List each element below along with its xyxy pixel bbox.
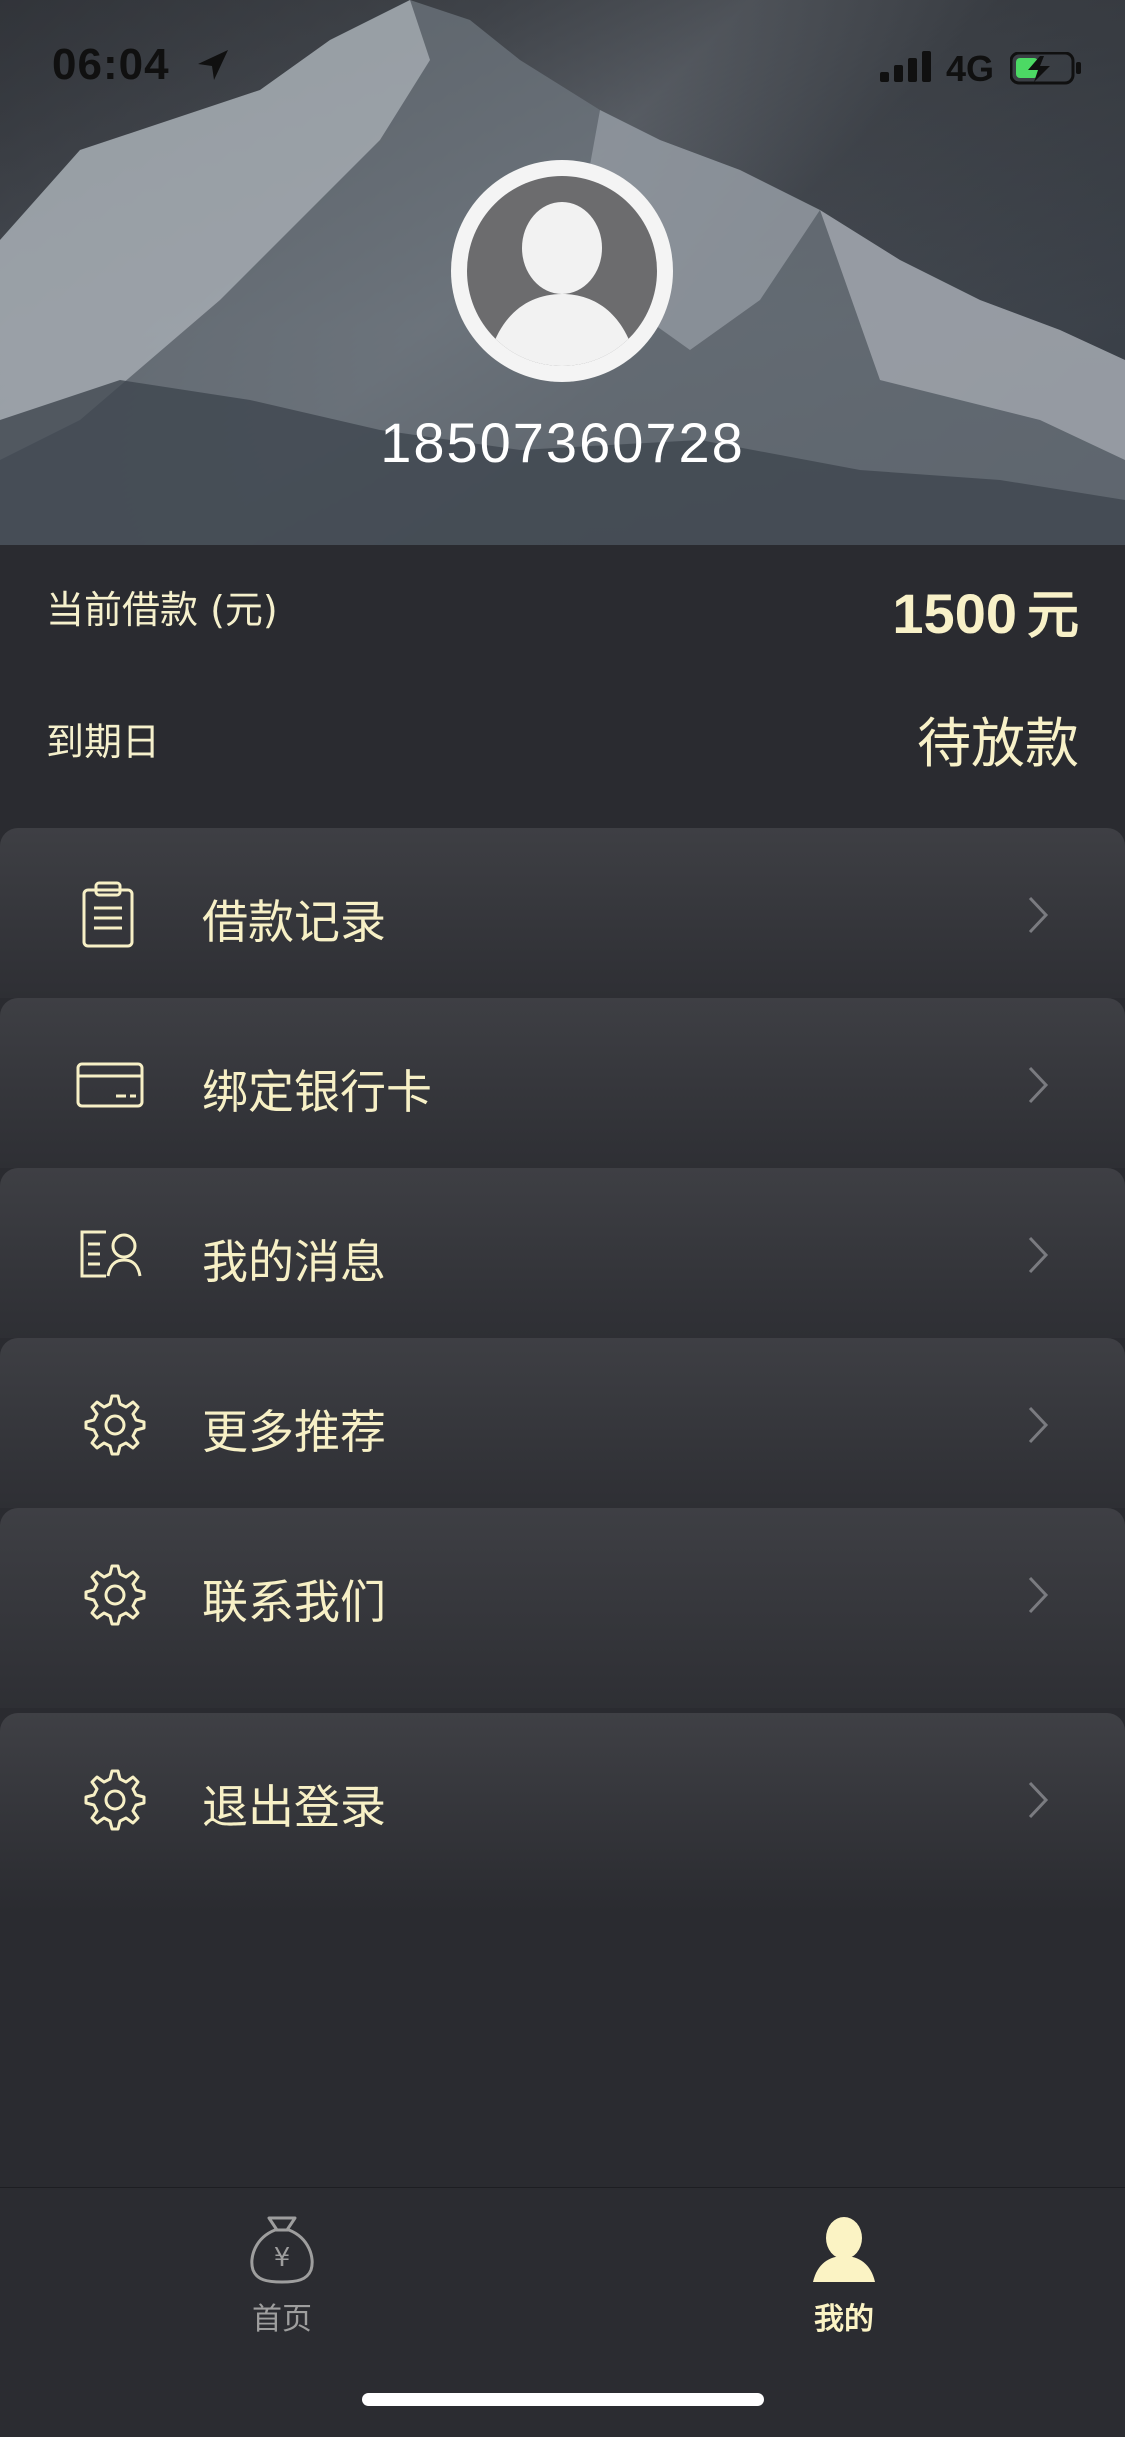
- avatar[interactable]: [451, 160, 673, 382]
- battery-charging-icon: [1010, 52, 1081, 85]
- tab-home[interactable]: ¥ 首页: [182, 2212, 382, 2338]
- bank-card-icon: [76, 1062, 144, 1108]
- due-date-label: 到期日: [46, 720, 161, 764]
- chevron-right-icon: [1028, 1406, 1049, 1444]
- signal-icon: [880, 51, 931, 82]
- chevron-right-icon: [1028, 1781, 1049, 1819]
- current-loan-amount: 1500 元: [892, 582, 1079, 646]
- gear-icon: [84, 1769, 146, 1831]
- user-silhouette-icon: [467, 176, 657, 366]
- current-loan-label: 当前借款 (元): [46, 588, 278, 632]
- menu-item-bind-bank-card[interactable]: 绑定银行卡: [0, 998, 1125, 1168]
- contact-card-icon: [80, 1230, 142, 1278]
- menu-item-label: 借款记录: [202, 895, 386, 949]
- status-time: 06:04: [52, 40, 170, 89]
- profile-header: 06:04 4G 18507360728: [0, 0, 1125, 545]
- menu-item-label: 更多推荐: [202, 1405, 386, 1459]
- clipboard-icon: [82, 881, 134, 948]
- chevron-right-icon: [1028, 896, 1049, 934]
- tab-me[interactable]: 我的: [744, 2212, 944, 2338]
- svg-text:¥: ¥: [274, 2243, 291, 2273]
- current-loan-row: 当前借款 (元) 1500 元: [0, 545, 1125, 673]
- status-bar: 06:04 4G: [0, 0, 1125, 135]
- location-arrow-icon: [198, 50, 228, 80]
- tab-home-label: 首页: [252, 2302, 312, 2337]
- menu-item-label: 绑定银行卡: [202, 1065, 432, 1119]
- person-icon: [813, 2217, 875, 2282]
- menu-item-label: 联系我们: [202, 1575, 386, 1629]
- menu-item-label: 我的消息: [202, 1235, 386, 1289]
- gear-icon: [84, 1394, 146, 1456]
- menu-item-loan-records[interactable]: 借款记录: [0, 828, 1125, 998]
- chevron-right-icon: [1028, 1066, 1049, 1104]
- due-date-value: 待放款: [917, 712, 1079, 775]
- menu-item-more-recommendations[interactable]: 更多推荐: [0, 1338, 1125, 1508]
- menu-item-label: 退出登录: [202, 1780, 386, 1834]
- due-date-row: 到期日 待放款: [0, 673, 1125, 801]
- money-bag-icon: ¥: [250, 2216, 314, 2284]
- menu-item-logout[interactable]: 退出登录: [0, 1713, 1125, 1913]
- tab-me-label: 我的: [814, 2302, 874, 2337]
- menu-item-contact-us[interactable]: 联系我们: [0, 1508, 1125, 1708]
- gear-icon: [84, 1564, 146, 1626]
- user-phone-number: 18507360728: [380, 411, 745, 474]
- chevron-right-icon: [1028, 1576, 1049, 1614]
- network-label: 4G: [946, 48, 995, 89]
- menu-item-my-messages[interactable]: 我的消息: [0, 1168, 1125, 1338]
- chevron-right-icon: [1028, 1236, 1049, 1274]
- home-indicator[interactable]: [362, 2393, 764, 2406]
